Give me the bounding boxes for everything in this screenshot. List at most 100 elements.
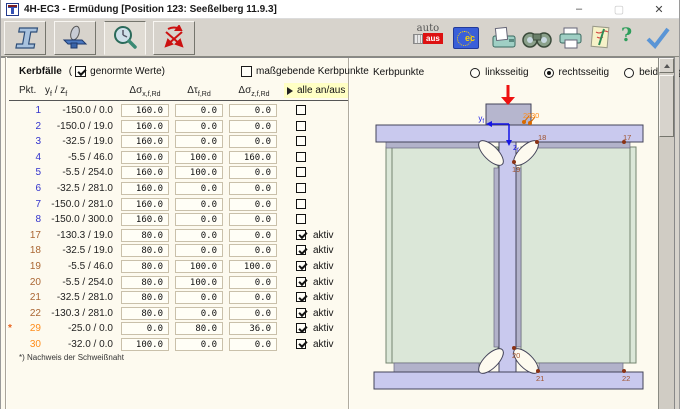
web-left-strip <box>494 168 499 347</box>
delta-sigma-x-input[interactable]: 160.0 <box>121 166 169 179</box>
delta-sigma-x-input[interactable]: 80.0 <box>121 276 169 289</box>
delta-sigma-z-input[interactable]: 0.0 <box>229 104 277 117</box>
delta-tau-input[interactable]: 0.0 <box>175 135 223 148</box>
delta-sigma-x-input[interactable]: 160.0 <box>121 213 169 226</box>
delta-tau-input[interactable]: 0.0 <box>175 229 223 242</box>
kerbpunkte-row: Kerbpunkte linksseitig rechtsseitig beid… <box>373 67 680 78</box>
table-row: 30-32.0 / 0.0100.00.00.0aktiv <box>1 337 348 353</box>
delta-sigma-z-input[interactable]: 0.0 <box>229 276 277 289</box>
delta-tau-input[interactable]: 0.0 <box>175 120 223 133</box>
aktiv-checkbox[interactable] <box>296 121 306 131</box>
aktiv-checkbox[interactable] <box>296 152 306 162</box>
aktiv-checkbox[interactable] <box>296 292 306 302</box>
delta-sigma-z-input[interactable]: 36.0 <box>229 322 277 335</box>
delta-sigma-x-input[interactable]: 80.0 <box>121 307 169 320</box>
delta-sigma-z-input[interactable]: 0.0 <box>229 229 277 242</box>
panel-divider <box>348 58 350 409</box>
delta-sigma-x-input[interactable]: 160.0 <box>121 104 169 117</box>
delta-tau-input[interactable]: 100.0 <box>175 166 223 179</box>
delta-sigma-x-input[interactable]: 160.0 <box>121 198 169 211</box>
delta-sigma-x-input[interactable]: 160.0 <box>121 182 169 195</box>
delta-tau-input[interactable]: 0.0 <box>175 307 223 320</box>
i-beam-icon <box>11 25 39 51</box>
delta-sigma-x-input[interactable]: 80.0 <box>121 260 169 273</box>
minimize-button[interactable]: – <box>559 0 599 18</box>
delta-sigma-z-input[interactable]: 0.0 <box>229 182 277 195</box>
auto-aus-toggle[interactable]: auto aus <box>413 24 443 44</box>
scrollbar-thumb[interactable] <box>659 75 674 137</box>
aktiv-checkbox[interactable] <box>296 199 306 209</box>
radio-linksseitig[interactable] <box>470 68 480 78</box>
delta-sigma-z-input[interactable]: 100.0 <box>229 260 277 273</box>
aktiv-checkbox[interactable] <box>296 339 306 349</box>
help-button[interactable]: ? <box>621 24 632 46</box>
aktiv-checkbox[interactable] <box>296 214 306 224</box>
radio-beidseitig[interactable] <box>624 68 634 78</box>
aktiv-checkbox[interactable] <box>296 277 306 287</box>
delta-tau-input[interactable]: 100.0 <box>175 151 223 164</box>
tab-stresses[interactable] <box>153 21 195 55</box>
export-button[interactable] <box>490 26 518 50</box>
delta-tau-input[interactable]: 80.0 <box>175 322 223 335</box>
ec-icon: ec <box>453 27 479 49</box>
print-button[interactable] <box>557 26 585 50</box>
delta-tau-input[interactable]: 0.0 <box>175 182 223 195</box>
genormte-werte-checkbox[interactable] <box>75 66 86 77</box>
aktiv-checkbox[interactable] <box>296 183 306 193</box>
delta-sigma-z-input[interactable]: 0.0 <box>229 198 277 211</box>
table-row: 5-5.5 / 254.0160.0100.00.0 <box>1 165 348 181</box>
confirm-button[interactable] <box>645 26 671 50</box>
aktiv-checkbox[interactable] <box>296 105 306 115</box>
delta-sigma-z-input[interactable]: 160.0 <box>229 151 277 164</box>
delta-sigma-x-input[interactable]: 100.0 <box>121 338 169 351</box>
toggle-all-button[interactable]: alle an/aus <box>284 83 348 98</box>
delta-sigma-x-input[interactable]: 80.0 <box>121 229 169 242</box>
radio-rechtsseitig[interactable] <box>544 68 554 78</box>
aktiv-checkbox[interactable] <box>296 323 306 333</box>
delta-sigma-x-input[interactable]: 160.0 <box>121 151 169 164</box>
delta-tau-input[interactable]: 0.0 <box>175 213 223 226</box>
aktiv-label: aktiv <box>313 261 334 272</box>
aktiv-checkbox[interactable] <box>296 136 306 146</box>
table-row: 22-130.3 / 281.080.00.00.0aktiv <box>1 306 348 322</box>
aktiv-checkbox[interactable] <box>296 245 306 255</box>
aktiv-checkbox[interactable] <box>296 308 306 318</box>
checkmark-icon <box>645 26 671 50</box>
delta-sigma-x-input[interactable]: 160.0 <box>121 135 169 148</box>
maximize-button[interactable]: ▢ <box>599 0 639 18</box>
delta-sigma-z-input[interactable]: 0.0 <box>229 166 277 179</box>
delta-sigma-z-input[interactable]: 0.0 <box>229 120 277 133</box>
delta-tau-input[interactable]: 0.0 <box>175 291 223 304</box>
delta-sigma-x-input[interactable]: 160.0 <box>121 120 169 133</box>
tab-support[interactable] <box>54 21 96 55</box>
delta-tau-input[interactable]: 0.0 <box>175 244 223 257</box>
search-button[interactable] <box>521 26 553 50</box>
aktiv-checkbox[interactable] <box>296 167 306 177</box>
tab-profile[interactable] <box>4 21 46 55</box>
delta-sigma-z-input[interactable]: 0.0 <box>229 307 277 320</box>
close-button[interactable]: ✕ <box>639 0 679 18</box>
massgebende-checkbox[interactable] <box>241 66 252 77</box>
delta-tau-input[interactable]: 0.0 <box>175 198 223 211</box>
delta-sigma-x-input[interactable]: 0.0 <box>121 322 169 335</box>
delta-sigma-z-input[interactable]: 0.0 <box>229 338 277 351</box>
delta-tau-input[interactable]: 0.0 <box>175 338 223 351</box>
tab-inspect[interactable] <box>104 21 146 55</box>
delta-sigma-z-input[interactable]: 0.0 <box>229 244 277 257</box>
delta-sigma-z-input[interactable]: 0.0 <box>229 291 277 304</box>
scroll-up-button[interactable] <box>659 58 674 73</box>
notes-button[interactable] <box>588 25 614 51</box>
delta-sigma-x-input[interactable]: 80.0 <box>121 291 169 304</box>
delta-sigma-z-input[interactable]: 0.0 <box>229 213 277 226</box>
delta-sigma-z-input[interactable]: 0.0 <box>229 135 277 148</box>
delta-tau-input[interactable]: 100.0 <box>175 260 223 273</box>
delta-sigma-x-input[interactable]: 80.0 <box>121 244 169 257</box>
aktiv-checkbox[interactable] <box>296 230 306 240</box>
marker-18: 18 <box>538 133 546 142</box>
delta-tau-input[interactable]: 100.0 <box>175 276 223 289</box>
vertical-scrollbar[interactable] <box>658 58 674 409</box>
bottom-flange <box>374 372 643 389</box>
eurocode-button[interactable]: ec <box>453 27 479 49</box>
aktiv-checkbox[interactable] <box>296 261 306 271</box>
delta-tau-input[interactable]: 0.0 <box>175 104 223 117</box>
